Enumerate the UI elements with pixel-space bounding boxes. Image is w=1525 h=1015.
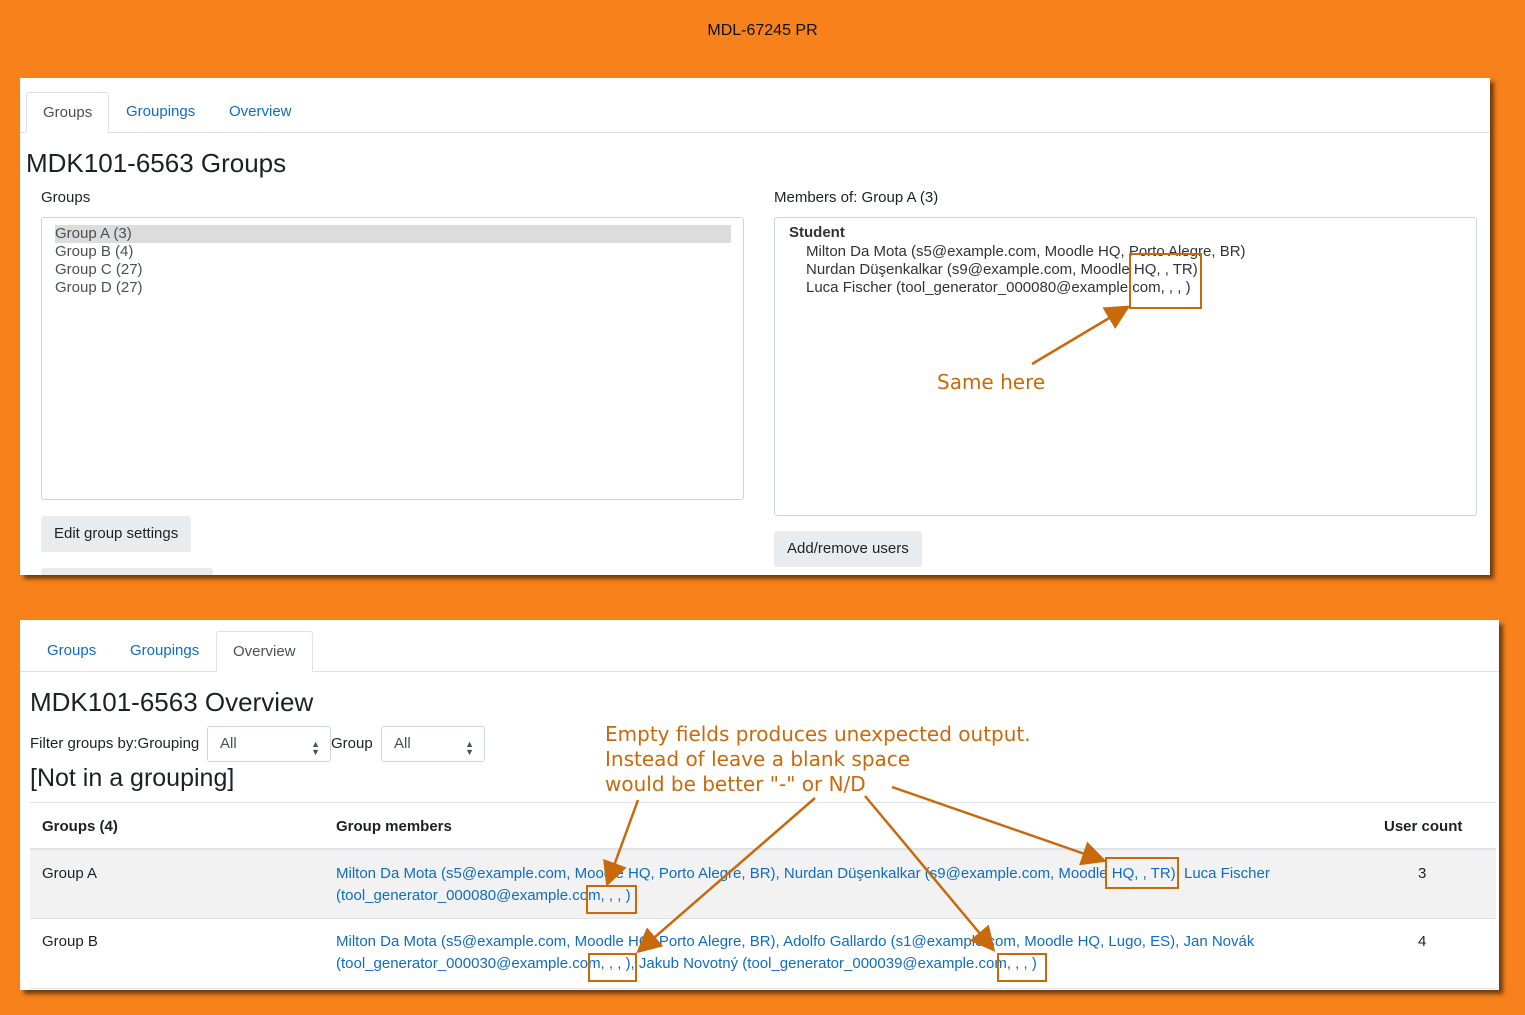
table-row: Group A Milton Da Mota (s5@example.com, … <box>30 850 1496 919</box>
highlight-box <box>588 953 637 982</box>
table-header: Groups (4) Group members User count <box>30 802 1496 850</box>
page-title: MDL-67245 PR <box>707 22 818 39</box>
highlight-box <box>586 885 637 914</box>
filter-grouping-label: Filter groups by:Grouping <box>30 735 200 752</box>
highlight-box <box>997 953 1047 982</box>
members-label: Members of: Group A (3) <box>774 189 939 206</box>
members-line[interactable]: (tool_generator_000030@example.com, , , … <box>336 955 1037 972</box>
group-select-value: All <box>394 735 411 752</box>
group-option-c[interactable]: Group C (27) <box>55 261 731 279</box>
group-members[interactable]: Milton Da Mota (s5@example.com, Moodle H… <box>336 931 1281 975</box>
group-select[interactable]: All ▲ ▼ <box>381 726 485 762</box>
groups-list-label: Groups <box>41 189 91 206</box>
annotation-same-here: Same here <box>937 370 1046 394</box>
select-arrows-icon: ▲ ▼ <box>311 739 320 757</box>
table-row: Group B Milton Da Mota (s5@example.com, … <box>30 919 1496 989</box>
user-count: 4 <box>1418 933 1427 950</box>
highlight-box <box>1129 253 1202 309</box>
overview-panel: Groups Groupings Overview MDK101-6563 Ov… <box>20 620 1499 990</box>
group-option-b[interactable]: Group B (4) <box>55 243 731 261</box>
highlight-box <box>1105 857 1179 889</box>
partially-hidden-button[interactable] <box>41 568 213 575</box>
tab-overview[interactable]: Overview <box>213 92 308 131</box>
tab-groupings[interactable]: Groupings <box>110 92 211 131</box>
edit-group-settings-button[interactable]: Edit group settings <box>41 516 192 552</box>
tab-bar: Groups Groupings Overview <box>20 92 1490 133</box>
header-groups: Groups (4) <box>42 818 118 835</box>
tab-groups[interactable]: Groups <box>26 92 110 133</box>
groups-heading: MDK101-6563 Groups <box>26 148 287 178</box>
annotation-empty-fields: Empty fields produces unexpected output.… <box>605 722 1031 796</box>
group-name: Group A <box>42 865 98 882</box>
members-line[interactable]: Milton Da Mota (s5@example.com, Moodle H… <box>336 933 1254 950</box>
members-listbox[interactable]: Student Milton Da Mota (s5@example.com, … <box>774 217 1477 516</box>
groups-panel: Groups Groupings Overview MDK101-6563 Gr… <box>20 78 1490 575</box>
header-members: Group members <box>336 818 452 835</box>
select-arrows-icon: ▲ ▼ <box>465 739 474 757</box>
header-user-count: User count <box>1384 818 1463 835</box>
grouping-subheading: [Not in a grouping] <box>30 764 235 792</box>
tab-overview[interactable]: Overview <box>216 631 313 672</box>
group-name: Group B <box>42 933 98 950</box>
overview-heading: MDK101-6563 Overview <box>30 687 314 717</box>
groups-listbox[interactable]: Group A (3) Group B (4) Group C (27) Gro… <box>41 217 744 500</box>
tab-groupings[interactable]: Groupings <box>114 631 215 670</box>
filter-group-label: Group <box>331 735 373 752</box>
user-count: 3 <box>1418 865 1427 882</box>
tab-bar: Groups Groupings Overview <box>20 631 1499 672</box>
add-remove-users-button[interactable]: Add/remove users <box>774 531 922 567</box>
group-option-d[interactable]: Group D (27) <box>55 279 731 297</box>
tab-groups[interactable]: Groups <box>31 631 112 670</box>
group-option-a[interactable]: Group A (3) <box>55 225 731 243</box>
grouping-select-value: All <box>220 735 237 752</box>
grouping-select[interactable]: All ▲ ▼ <box>207 726 331 762</box>
role-student: Student <box>789 224 845 241</box>
